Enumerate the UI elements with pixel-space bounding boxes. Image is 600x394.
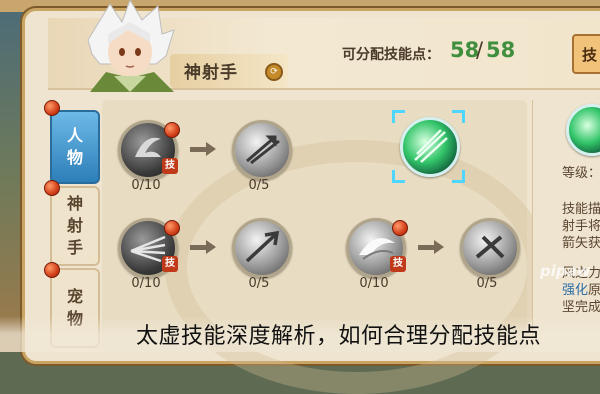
swap-class-icon[interactable]: ⟳ bbox=[265, 63, 283, 81]
skill-3-to-4-arrow bbox=[190, 240, 216, 254]
skill-2-level: 0/5 bbox=[248, 178, 270, 193]
skill-5-level: 0/10 bbox=[359, 276, 389, 291]
skill-3-badge: 技 bbox=[162, 256, 178, 272]
tab-marksman-notification-dot bbox=[44, 180, 60, 196]
tab-marksman-label-3: 手 bbox=[66, 238, 83, 257]
skill-action-button-label: 技 bbox=[582, 46, 598, 64]
tab-marksman-label-2: 射 bbox=[66, 216, 83, 235]
skill-3-dot bbox=[164, 220, 180, 236]
skill-points-current: 58 bbox=[450, 38, 480, 62]
skill-points-label: 可分配技能点： bbox=[342, 47, 440, 63]
info-level-label: 等级： bbox=[562, 166, 600, 181]
tab-marksman[interactable]: 神 射 手 bbox=[50, 186, 100, 266]
skill-1-to-2-arrow bbox=[190, 142, 216, 156]
skill-3-level: 0/10 bbox=[131, 276, 161, 291]
class-name: 神射手 bbox=[184, 63, 238, 83]
site-watermark: pipaw bbox=[540, 262, 591, 280]
skill-5-dot bbox=[392, 220, 408, 236]
skill-points-separator: / bbox=[476, 38, 484, 62]
skill-points-max: 58 bbox=[486, 38, 516, 62]
skill-action-button[interactable]: 技 bbox=[572, 34, 600, 74]
info-desc-line-2: 箭矢获 bbox=[562, 236, 600, 251]
tab-marksman-label-1: 神 bbox=[66, 194, 83, 213]
skill-5-to-6-arrow bbox=[418, 240, 444, 254]
skill-6-icon[interactable] bbox=[460, 218, 520, 278]
tab-pet-label-1: 宠 bbox=[66, 287, 83, 306]
tab-character[interactable]: 人 物 bbox=[50, 110, 100, 184]
tab-pet-notification-dot bbox=[44, 262, 60, 278]
tab-character-label-2: 物 bbox=[66, 148, 83, 167]
tab-character-label-1: 人 bbox=[66, 126, 83, 145]
skill-1-level: 0/10 bbox=[131, 178, 161, 193]
skill-2-icon[interactable] bbox=[232, 120, 292, 180]
skill-5-badge: 技 bbox=[390, 256, 406, 272]
article-caption: 太虚技能深度解析，如何合理分配技能点 bbox=[136, 324, 542, 349]
skill-4-icon[interactable] bbox=[232, 218, 292, 278]
skill-6-level: 0/5 bbox=[476, 276, 498, 291]
tab-character-notification-dot bbox=[44, 100, 60, 116]
info-wind-line-3: 坚完成 bbox=[562, 300, 600, 315]
selected-skill-icon[interactable] bbox=[400, 117, 460, 177]
skill-1-badge: 技 bbox=[162, 158, 178, 174]
skill-1-dot bbox=[164, 122, 180, 138]
skill-4-level: 0/5 bbox=[248, 276, 270, 291]
